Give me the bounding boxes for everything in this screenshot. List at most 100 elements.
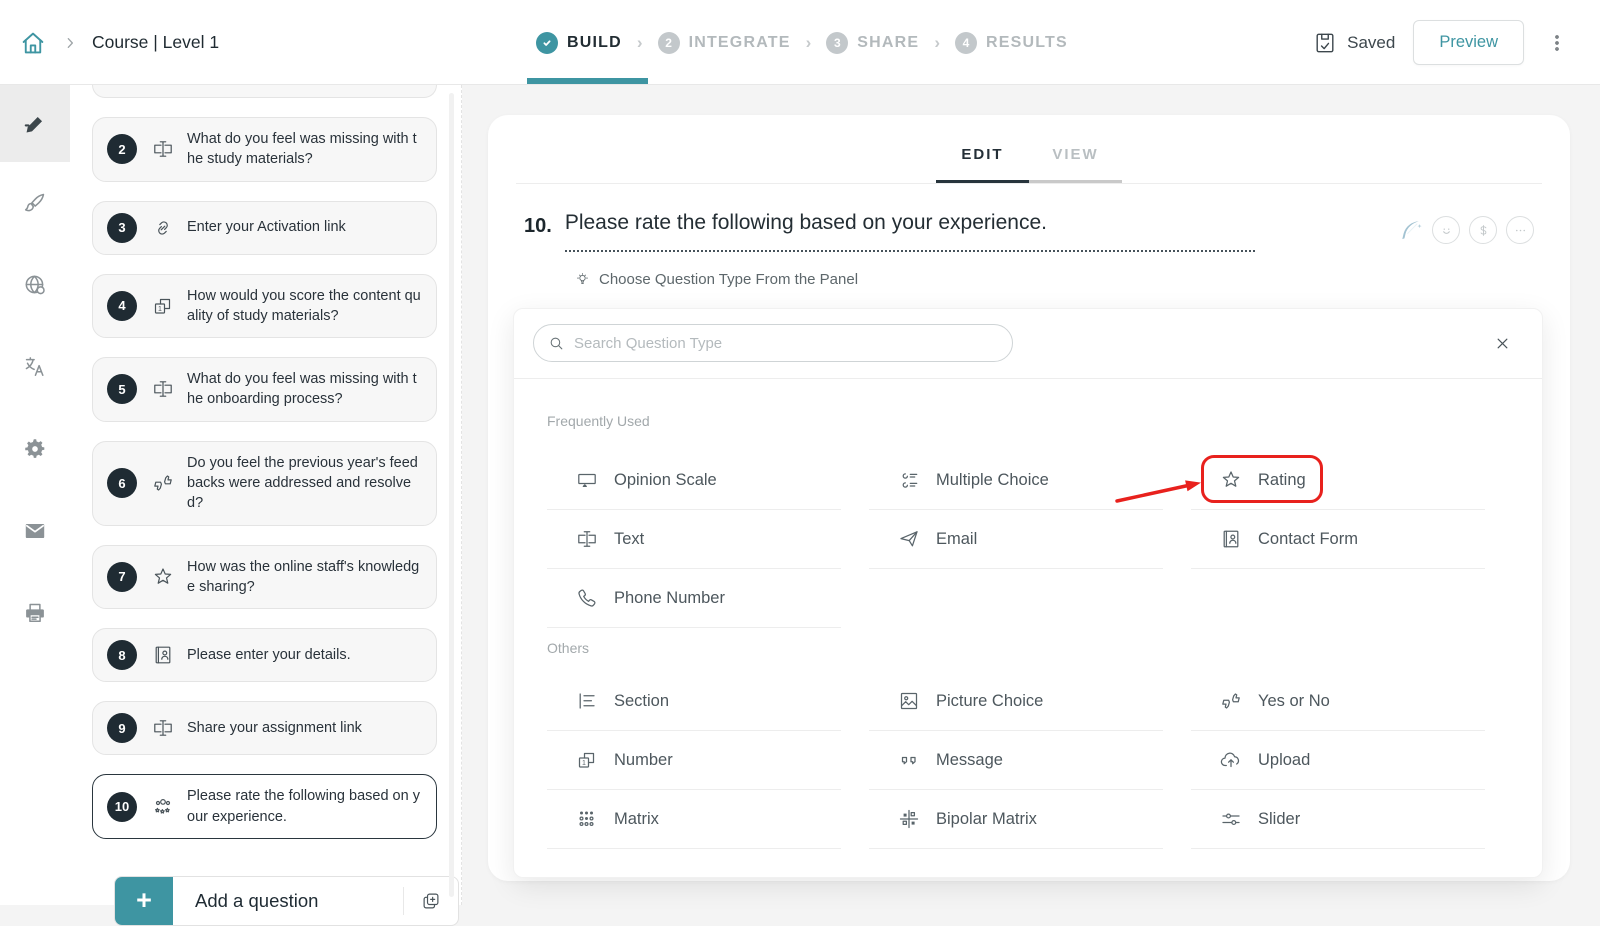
contact-form-icon (151, 643, 175, 667)
search-row (514, 309, 1542, 378)
number-icon-wrap: 1 (574, 748, 600, 772)
upload-icon (1219, 748, 1243, 772)
home-icon[interactable] (18, 28, 48, 58)
section-icon-wrap (574, 689, 600, 713)
build-step-underline (527, 78, 648, 84)
question-list-panel: 2 What do you feel was missing with the s… (70, 85, 462, 905)
editor-card: EDITVIEW 10. Please rate the following b… (488, 115, 1570, 881)
question-card-8[interactable]: 8Please enter your details. (92, 628, 437, 682)
question-card-9[interactable]: 9Share your assignment link (92, 701, 437, 755)
rail-item-settings[interactable] (0, 408, 70, 490)
multiple-choice-icon-wrap (896, 468, 922, 492)
smiley-icon (1437, 221, 1456, 240)
ellipsis-button[interactable] (1506, 216, 1534, 244)
empty-cell (1191, 569, 1485, 628)
question-card-4[interactable]: 41How would you score the content qualit… (92, 274, 437, 339)
question-text: Please rate the following based on your … (187, 786, 422, 827)
question-text: How was the online staff's knowledge sha… (187, 557, 422, 598)
step-number-badge: 4 (955, 32, 977, 54)
yes-no-icon (1219, 689, 1243, 713)
message-icon (897, 748, 921, 772)
type-grid: Section Picture Choice Yes or No 1Number Mes… (547, 672, 1518, 849)
type-cell-section[interactable]: Section (547, 672, 841, 731)
type-cell-phone-number[interactable]: Phone Number (547, 569, 841, 628)
step-integrate[interactable]: 2INTEGRATE (658, 32, 791, 54)
bulb-icon (574, 271, 591, 288)
question-card-6[interactable]: 6Do you feel the previous year's feedbac… (92, 441, 437, 526)
close-icon (1493, 334, 1512, 353)
type-cell-opinion-scale[interactable]: Opinion Scale (547, 451, 841, 510)
step-results[interactable]: 4RESULTS (955, 32, 1068, 54)
type-label: Phone Number (614, 589, 725, 608)
smiley-button[interactable] (1432, 216, 1460, 244)
type-cell-slider[interactable]: Slider (1191, 790, 1485, 849)
contact-form-icon-wrap (1218, 527, 1244, 551)
question-card-3[interactable]: 3Enter your Activation link (92, 201, 437, 255)
step-separator: › (934, 33, 940, 53)
step-label: INTEGRATE (689, 34, 791, 52)
type-label: Bipolar Matrix (936, 810, 1037, 829)
rail-item-design[interactable] (0, 162, 70, 244)
tabs-divider (516, 183, 1542, 184)
question-card-2[interactable]: 2 What do you feel was missing with the s… (92, 117, 437, 182)
type-cell-matrix[interactable]: Matrix (547, 790, 841, 849)
type-cell-bipolar-matrix[interactable]: Bipolar Matrix (869, 790, 1163, 849)
rail-item-translate[interactable] (0, 326, 70, 408)
question-number-badge: 2 (107, 134, 137, 164)
kebab-menu-icon[interactable] (1542, 28, 1572, 58)
gear-icon (22, 436, 48, 462)
rail-item-email[interactable] (0, 490, 70, 572)
dollar-button[interactable] (1469, 216, 1497, 244)
type-cell-yes-or-no[interactable]: Yes or No (1191, 672, 1485, 731)
search-input[interactable] (574, 326, 999, 360)
question-text: Do you feel the previous year's feedback… (187, 453, 422, 514)
quill-button[interactable] (1396, 217, 1423, 244)
tab-edit[interactable]: EDIT (936, 115, 1029, 184)
upload-icon-wrap (1218, 748, 1244, 772)
step-share[interactable]: 3SHARE (826, 32, 919, 54)
rail-item-edit-question[interactable] (0, 85, 70, 162)
multiple-choice-icon (897, 468, 921, 492)
close-icon[interactable] (1493, 334, 1512, 353)
matrix-icon-wrap (574, 807, 600, 831)
number-icon: 1 (151, 294, 175, 318)
tab-view[interactable]: VIEW (1029, 115, 1122, 184)
type-cell-upload[interactable]: Upload (1191, 731, 1485, 790)
opinion-scale-icon (575, 468, 599, 492)
type-cell-text[interactable]: Text (547, 510, 841, 569)
empty-cell (869, 569, 1163, 628)
type-cell-picture-choice[interactable]: Picture Choice (869, 672, 1163, 731)
email-icon-wrap (896, 527, 922, 551)
preview-button[interactable]: Preview (1413, 20, 1524, 65)
step-build[interactable]: BUILD (536, 32, 622, 54)
type-cell-multiple-choice[interactable]: Multiple Choice (869, 451, 1163, 510)
type-cell-rating[interactable]: Rating (1191, 451, 1485, 510)
rail-item-globe-settings[interactable] (0, 244, 70, 326)
question-card-5[interactable]: 5What do you feel was missing with the o… (92, 357, 437, 422)
rail-item-print[interactable] (0, 572, 70, 654)
message-icon-wrap (896, 748, 922, 772)
pencil-icon (22, 111, 48, 137)
picture-choice-icon-wrap (896, 689, 922, 713)
type-cell-email[interactable]: Email (869, 510, 1163, 569)
type-cell-contact-form[interactable]: Contact Form (1191, 510, 1485, 569)
type-label: Matrix (614, 810, 659, 829)
phone-icon (575, 586, 599, 610)
search-box (533, 324, 1013, 362)
plus-icon[interactable]: + (115, 876, 173, 926)
opinion-scale-icon-wrap (574, 468, 600, 492)
type-label: Opinion Scale (614, 471, 717, 490)
question-text: What do you feel was missing with the st… (187, 129, 422, 170)
add-question-button[interactable]: +Add a question (114, 876, 459, 926)
question-type-icon (146, 565, 180, 589)
star-icon (1219, 468, 1243, 492)
question-card-10[interactable]: 10Please rate the following based on you… (92, 774, 437, 839)
saved-status: Saved (1312, 30, 1395, 56)
question-card-7[interactable]: 7How was the online staff's knowledge sh… (92, 545, 437, 610)
type-cell-message[interactable]: Message (869, 731, 1163, 790)
question-card-1[interactable] (92, 85, 437, 98)
link-icon (151, 216, 175, 240)
question-title-input[interactable]: Please rate the following based on your … (565, 211, 1255, 252)
scrollbar[interactable] (449, 93, 454, 897)
type-cell-number[interactable]: 1Number (547, 731, 841, 790)
